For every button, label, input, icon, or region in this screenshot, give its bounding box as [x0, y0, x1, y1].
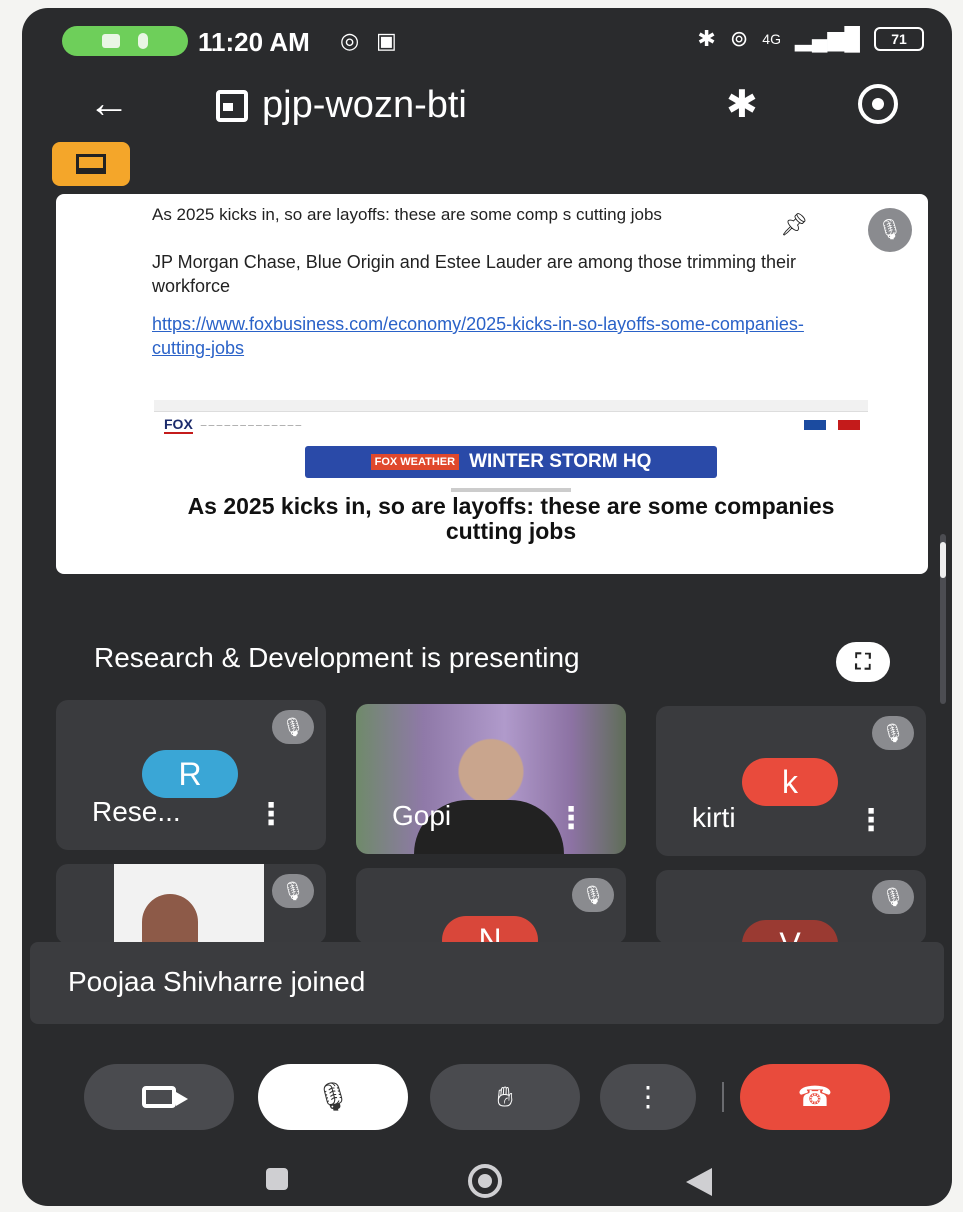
more-vert-icon: ⋮	[634, 1081, 662, 1112]
recents-icon[interactable]	[266, 1168, 288, 1190]
instagram-icon: ▣	[376, 28, 397, 53]
microphone-toggle-button[interactable]: 🎙︎	[258, 1064, 408, 1130]
fox-weather-label: FOX WEATHER	[370, 454, 460, 470]
article-headline: As 2025 kicks in, so are layoffs: these …	[187, 493, 835, 544]
no-recording-icon	[76, 154, 106, 174]
avatar: k	[742, 758, 838, 806]
participant-name: kirti	[692, 802, 736, 833]
mic-off-icon: 🎙︎	[872, 880, 914, 914]
network-type: 4G	[762, 31, 781, 47]
participant-tile[interactable]: Gopi ⋮	[356, 704, 626, 854]
status-time: 11:20 AM	[198, 27, 310, 57]
pin-icon[interactable]: 📌︎	[780, 212, 808, 238]
more-options-icon[interactable]: ⋮	[856, 806, 886, 836]
participant-tile[interactable]: 🎙︎ V	[656, 870, 926, 944]
presentation-subtitle: JP Morgan Chase, Blue Origin and Estee L…	[152, 252, 797, 296]
article-screenshot: FOX ─ ─ ─ ─ ─ ─ ─ ─ ─ ─ ─ ─ ─ FOX WEATHE…	[154, 400, 868, 570]
status-bar: 11:20 AM ◎ ▣ ✱ ⊚ 4G ▂▄▆█ 71	[22, 8, 952, 70]
switch-camera-icon[interactable]	[858, 84, 898, 124]
mic-icon	[138, 33, 148, 49]
fullscreen-icon[interactable]: ⛶	[836, 642, 890, 682]
video-camera-icon	[142, 1086, 188, 1108]
watch-button	[838, 420, 860, 430]
phone-screen: 11:20 AM ◎ ▣ ✱ ⊚ 4G ▂▄▆█ 71 ← pjp-wozn-b…	[22, 8, 952, 1206]
participant-video	[114, 864, 264, 944]
home-icon[interactable]	[468, 1164, 502, 1198]
camera-toggle-button[interactable]	[84, 1064, 234, 1130]
hotspot-icon: ⊚	[729, 26, 749, 51]
participant-name: Gopi	[392, 800, 452, 831]
participant-tile[interactable]: 🎙︎ N	[356, 868, 626, 944]
avatar: V	[742, 920, 838, 944]
hang-up-icon: ☎︎	[797, 1081, 833, 1112]
presenting-label: Research & Development is presenting	[94, 642, 580, 673]
avatar: N	[442, 916, 538, 944]
more-options-icon[interactable]: ⋮	[556, 804, 586, 834]
raise-hand-button[interactable]: ✋︎	[430, 1064, 580, 1130]
back-icon[interactable]	[686, 1168, 712, 1196]
scrollbar[interactable]	[940, 534, 946, 704]
participant-tile[interactable]: 🎙︎ R Rese... ⋮	[56, 700, 326, 850]
mic-off-icon: 🎙︎	[868, 208, 912, 252]
mic-off-icon: 🎙︎	[272, 710, 314, 744]
battery-indicator: 71	[874, 27, 924, 51]
divider	[722, 1082, 724, 1112]
system-navigation-bar	[22, 1156, 952, 1206]
winter-storm-banner: FOX WEATHER WINTER STORM HQ	[305, 446, 717, 478]
mic-off-icon: 🎙︎	[315, 1081, 351, 1112]
whatsapp-icon: ◎	[340, 28, 360, 53]
meeting-info-button[interactable]: pjp-wozn-bti	[216, 84, 467, 127]
signal-icon: ▂▄▆█	[794, 26, 860, 51]
hand-icon: ✋︎	[497, 1081, 513, 1112]
presentation-view[interactable]: As 2025 kicks in, so are layoffs: these …	[56, 194, 928, 574]
browser-bar	[154, 400, 868, 412]
recording-off-badge[interactable]	[52, 142, 130, 186]
bluetooth-icon: ✱	[697, 26, 716, 51]
system-icons: ✱ ⊚ 4G ▂▄▆█ 71	[697, 26, 924, 52]
avatar: R	[142, 750, 238, 798]
breadcrumb	[451, 488, 571, 492]
join-notification-text: Poojaa Shivharre joined	[68, 966, 366, 997]
mic-off-icon: 🎙︎	[872, 716, 914, 750]
participant-name: Rese...	[92, 796, 181, 827]
presentation-title: As 2025 kicks in, so are layoffs: these …	[152, 205, 662, 224]
back-arrow-icon[interactable]: ←	[88, 82, 130, 124]
join-notification: Poojaa Shivharre joined	[30, 942, 944, 1024]
meeting-code: pjp-wozn-bti	[262, 84, 467, 126]
more-options-button[interactable]: ⋮	[600, 1064, 696, 1130]
login-button	[804, 420, 826, 430]
site-nav: FOX ─ ─ ─ ─ ─ ─ ─ ─ ─ ─ ─ ─ ─	[154, 412, 868, 438]
calendar-icon	[216, 89, 248, 122]
winter-storm-label: WINTER STORM HQ	[469, 451, 652, 472]
meeting-header: ← pjp-wozn-bti ✱	[22, 70, 952, 146]
active-call-indicator[interactable]	[62, 26, 188, 56]
more-options-icon[interactable]: ⋮	[256, 800, 286, 830]
participant-tile[interactable]: 🎙︎ k kirti ⋮	[656, 706, 926, 856]
mic-off-icon: 🎙︎	[572, 878, 614, 912]
mic-off-icon: 🎙︎	[272, 874, 314, 908]
fox-logo: FOX	[164, 416, 193, 434]
end-call-button[interactable]: ☎︎	[740, 1064, 890, 1130]
participant-tile[interactable]: 🎙︎	[56, 864, 326, 944]
site-nav-items: ─ ─ ─ ─ ─ ─ ─ ─ ─ ─ ─ ─ ─	[200, 420, 302, 430]
bluetooth-audio-icon[interactable]: ✱	[726, 82, 758, 127]
article-link[interactable]: https://www.foxbusiness.com/economy/2025…	[152, 312, 842, 360]
camera-icon	[102, 34, 120, 48]
